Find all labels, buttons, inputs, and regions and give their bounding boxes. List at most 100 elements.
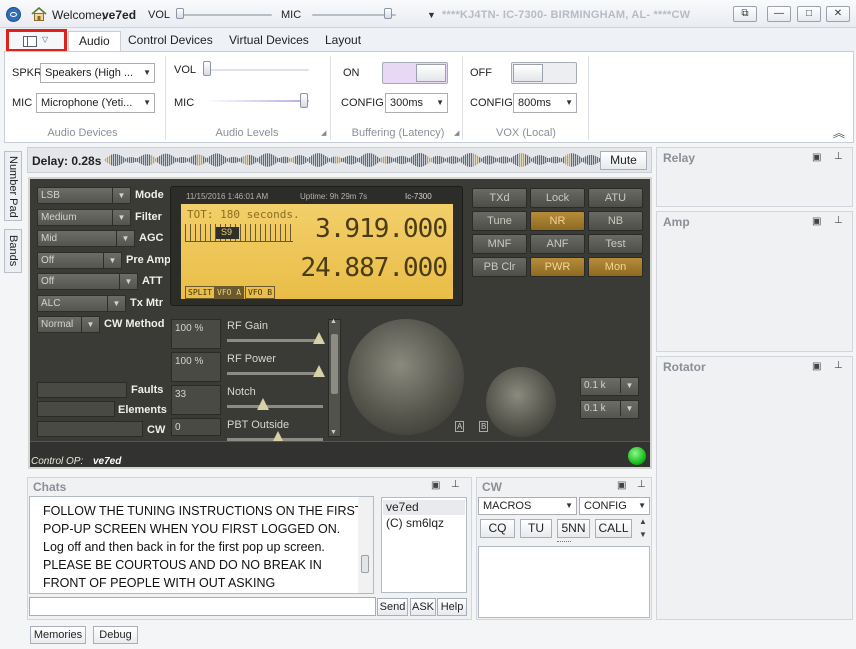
radio-button-nr[interactable]: NR: [530, 211, 585, 231]
restore-layout-button[interactable]: ⧉: [733, 6, 757, 22]
relay-pin-icon[interactable]: ⊥: [834, 151, 843, 162]
cw-scroll-up-icon[interactable]: ▲: [639, 517, 647, 526]
maximize-button[interactable]: □: [797, 6, 821, 22]
tab-audio[interactable]: Audio: [68, 31, 121, 52]
radio-select-cw-method[interactable]: Normal ▼: [37, 316, 100, 333]
tab-virtual-devices[interactable]: Virtual Devices: [219, 31, 319, 52]
slider-scrollbar[interactable]: ▲ ▼: [328, 318, 341, 437]
title-vol-slider[interactable]: [176, 14, 272, 16]
chat-input[interactable]: [29, 597, 376, 616]
radio-button-txd[interactable]: TXd: [472, 188, 527, 208]
radio-button-mon[interactable]: Mon: [588, 257, 643, 277]
side-tab-number-pad[interactable]: Number Pad: [4, 151, 22, 221]
chats-pin-icon[interactable]: ⊥: [451, 479, 460, 490]
send-button[interactable]: Send: [377, 598, 408, 616]
slider-thumb[interactable]: [312, 332, 325, 344]
cw-tu-button[interactable]: TU: [520, 519, 552, 538]
chat-messages[interactable]: FOLLOW THE TUNING INSTRUCTIONS ON THE FI…: [29, 496, 374, 594]
minimize-button[interactable]: —: [767, 6, 791, 22]
radio-select-filter[interactable]: Medium ▼: [37, 208, 131, 226]
buffering-config-select[interactable]: 300ms ▼: [385, 93, 448, 113]
chevron-down-icon: ▼: [103, 252, 121, 268]
sub-knob[interactable]: [486, 367, 556, 437]
cw-scroll-down-icon[interactable]: ▼: [639, 530, 647, 539]
cw-call-button[interactable]: CALL: [595, 519, 632, 538]
radio-select-mode[interactable]: LSB ▼: [37, 187, 131, 204]
ribbon-vol-thumb[interactable]: [203, 61, 211, 76]
chats-float-icon[interactable]: ▣: [431, 480, 440, 491]
ask-button[interactable]: ASK: [410, 598, 436, 616]
cw-cq-button[interactable]: CQ: [480, 519, 515, 538]
side-tab-bands[interactable]: Bands: [4, 229, 22, 273]
main-tuning-knob[interactable]: [348, 319, 464, 435]
slider-value-field[interactable]: 0: [171, 418, 221, 436]
chat-user-item[interactable]: ve7ed: [383, 500, 465, 515]
tab-debug[interactable]: Debug: [93, 626, 138, 644]
cw-text-area[interactable]: [478, 546, 650, 618]
ribbon-mic-thumb[interactable]: [300, 93, 308, 108]
radio-button-pwr[interactable]: PWR: [530, 257, 585, 277]
relay-float-icon[interactable]: ▣: [812, 152, 821, 163]
close-button[interactable]: ✕: [826, 6, 850, 22]
step-select-2[interactable]: 0.1 k ▼: [580, 400, 639, 419]
amp-float-icon[interactable]: ▣: [812, 216, 821, 227]
cw-resize-grip[interactable]: [557, 541, 571, 544]
slider-track[interactable]: [227, 339, 323, 342]
title-mic-thumb[interactable]: [384, 8, 392, 19]
slider-thumb[interactable]: [312, 365, 325, 377]
slider-value-field[interactable]: 100 %: [171, 319, 221, 349]
mute-button[interactable]: Mute: [600, 151, 647, 170]
tab-memories[interactable]: Memories: [30, 626, 86, 644]
microphone-select[interactable]: Microphone (Yeti... ▼: [36, 93, 155, 113]
radio-button-test[interactable]: Test: [588, 234, 643, 254]
step-select-1[interactable]: 0.1 k ▼: [580, 377, 639, 396]
slider-value-field[interactable]: 33: [171, 385, 221, 415]
slider-track[interactable]: [227, 372, 323, 375]
radio-button-lock[interactable]: Lock: [530, 188, 585, 208]
quick-access-dropdown-icon[interactable]: ▼: [427, 10, 436, 20]
vox-config-select[interactable]: 800ms ▼: [513, 93, 577, 113]
audio-levels-launcher-icon[interactable]: ◢: [321, 129, 326, 137]
radio-button-mnf[interactable]: MNF: [472, 234, 527, 254]
vox-toggle[interactable]: [511, 62, 577, 84]
radio-select-tx-mtr[interactable]: ALC ▼: [37, 294, 126, 312]
chat-scrollbar[interactable]: [358, 497, 373, 593]
app-logo-icon[interactable]: [6, 7, 21, 22]
cw-float-icon[interactable]: ▣: [617, 480, 626, 491]
rotator-float-icon[interactable]: ▣: [812, 361, 821, 372]
chat-user-item[interactable]: (C) sm6lqz: [386, 516, 444, 530]
ribbon-vol-slider[interactable]: [203, 69, 309, 71]
radio-select-pre-amp[interactable]: Off ▼: [37, 251, 122, 269]
radio-button-nb[interactable]: NB: [588, 211, 643, 231]
slider-thumb[interactable]: [256, 398, 269, 410]
rotator-pin-icon[interactable]: ⊥: [834, 360, 843, 371]
radio-select-agc[interactable]: Mid ▼: [37, 230, 135, 247]
macros-select[interactable]: MACROS ▼: [478, 497, 577, 515]
slider-track[interactable]: [227, 405, 323, 408]
welcome-label: Welcome,: [52, 8, 106, 22]
radio-button-anf[interactable]: ANF: [530, 234, 585, 254]
collapse-ribbon-icon[interactable]: ︽: [833, 124, 845, 141]
radio-button-tune[interactable]: Tune: [472, 211, 527, 231]
tab-control-devices[interactable]: Control Devices: [118, 31, 223, 52]
radio-button-pb-clr[interactable]: PB Clr: [472, 257, 527, 277]
scroll-down-icon[interactable]: ▼: [330, 429, 337, 436]
radio-select-value: Mid: [41, 233, 58, 244]
home-icon[interactable]: [31, 6, 47, 21]
title-vol-thumb[interactable]: [176, 8, 184, 19]
buffering-launcher-icon[interactable]: ◢: [454, 129, 459, 137]
help-button[interactable]: Help: [437, 598, 467, 616]
scroll-up-icon[interactable]: ▲: [330, 318, 337, 325]
ribbon-mic-slider[interactable]: [203, 100, 309, 102]
speaker-select[interactable]: Speakers (High ... ▼: [40, 63, 155, 83]
slider-value-field[interactable]: 100 %: [171, 352, 221, 382]
tab-layout[interactable]: Layout: [315, 31, 371, 52]
cw-5nn-button[interactable]: 5NN: [557, 519, 590, 538]
buffering-toggle[interactable]: [382, 62, 448, 84]
app-menu-button[interactable]: ▽: [6, 29, 67, 52]
amp-pin-icon[interactable]: ⊥: [834, 215, 843, 226]
cw-config-select[interactable]: CONFIG ▼: [579, 497, 650, 515]
cw-pin-icon[interactable]: ⊥: [637, 479, 646, 490]
radio-button-atu[interactable]: ATU: [588, 188, 643, 208]
radio-select-att[interactable]: Off ▼: [37, 273, 138, 290]
